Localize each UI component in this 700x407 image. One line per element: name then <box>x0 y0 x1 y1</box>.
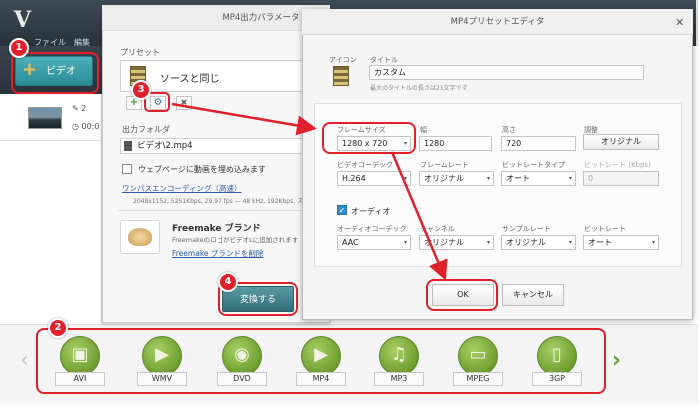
annotation-badge-3: 3 <box>131 80 151 100</box>
screenshot-root: V ファイル 編集 ビデオ + ✎ 2 ◷ 00:0 ‹ › ▣ AVI ▶ W… <box>0 0 700 407</box>
arrow-gear-to-frame-size <box>171 102 317 136</box>
annotation-badge-2: 2 <box>48 318 68 338</box>
annotation-badge-1: 1 <box>9 38 29 58</box>
annotation-arrows <box>171 102 448 281</box>
annotation-badge-4: 4 <box>218 272 238 292</box>
arrow-frame-size-to-ok <box>390 151 448 281</box>
